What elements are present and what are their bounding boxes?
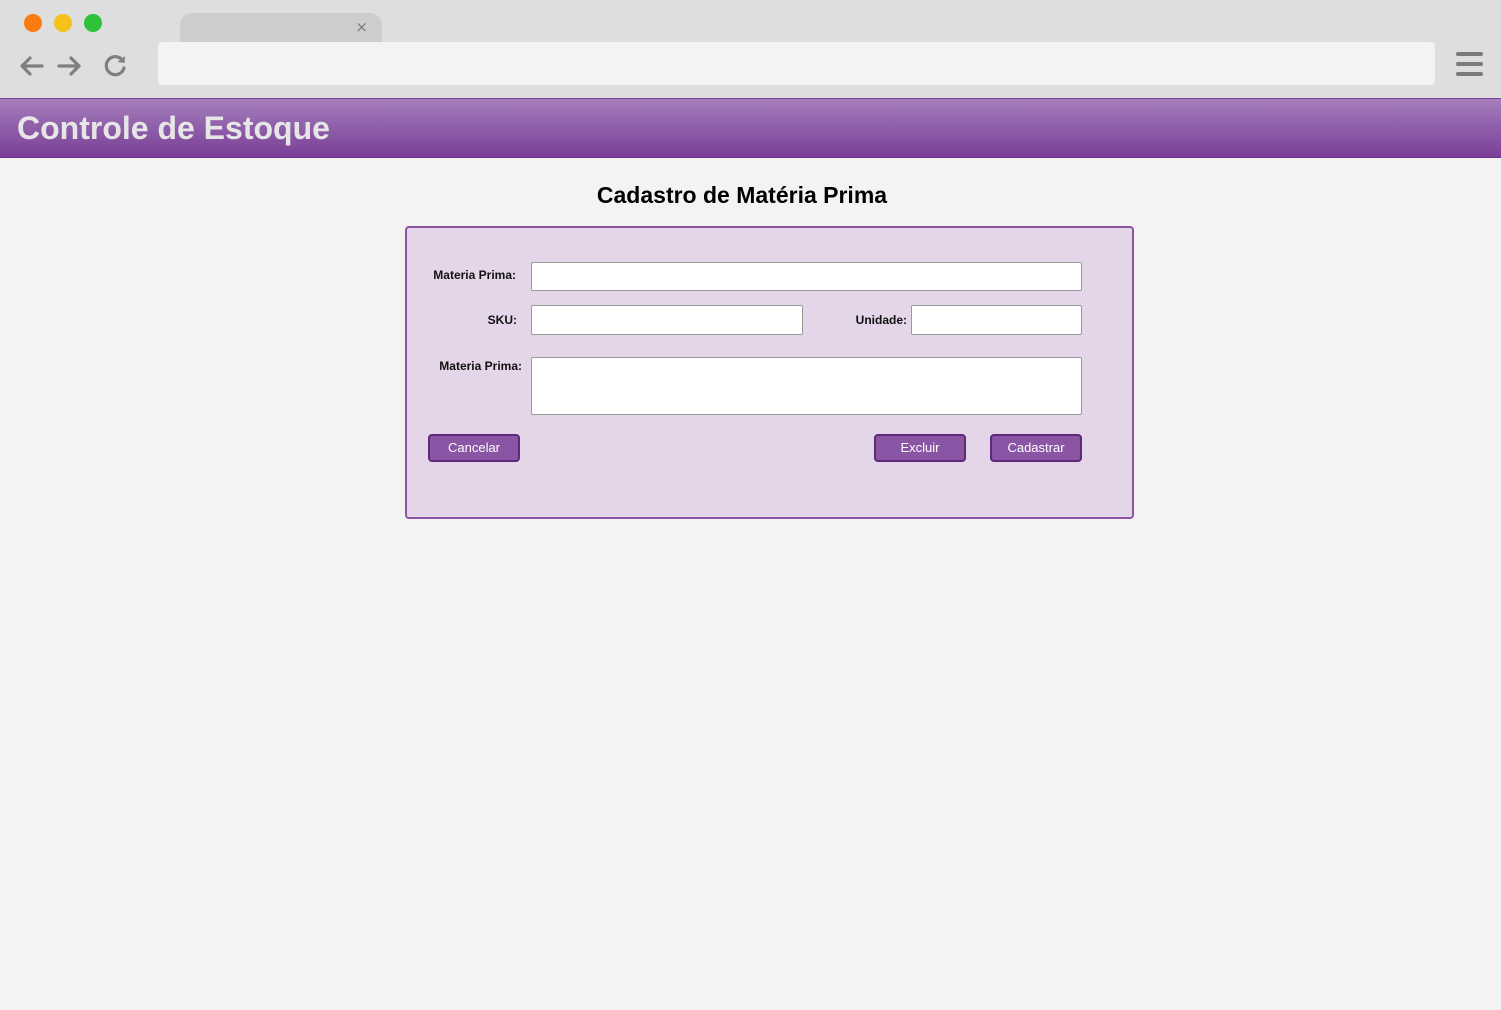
- sku-input[interactable]: [531, 305, 803, 335]
- app-title: Controle de Estoque: [17, 110, 330, 146]
- reload-button[interactable]: [101, 52, 129, 80]
- forward-button[interactable]: [56, 52, 84, 80]
- unidade-label: Unidade:: [855, 313, 907, 327]
- submit-button[interactable]: Cadastrar: [990, 434, 1082, 462]
- descricao-textarea[interactable]: [531, 357, 1082, 415]
- browser-tab[interactable]: ×: [180, 13, 382, 42]
- tab-close-icon[interactable]: ×: [355, 18, 368, 36]
- app-header: Controle de Estoque: [0, 98, 1501, 158]
- unidade-input[interactable]: [911, 305, 1082, 335]
- delete-button[interactable]: Excluir: [874, 434, 966, 462]
- cancel-button[interactable]: Cancelar: [428, 434, 520, 462]
- materia-prima-input[interactable]: [531, 262, 1082, 291]
- browser-menu-icon[interactable]: [1455, 49, 1485, 79]
- materia-prima-form: Materia Prima: SKU: Unidade: Materia Pri…: [405, 226, 1134, 519]
- arrow-right-icon: [57, 56, 81, 76]
- sku-label: SKU:: [487, 313, 517, 327]
- back-button[interactable]: [17, 52, 45, 80]
- arrow-left-icon: [20, 56, 44, 76]
- window-maximize-button[interactable]: [84, 14, 102, 32]
- materia-prima-label: Materia Prima:: [433, 268, 516, 282]
- window-minimize-button[interactable]: [54, 14, 72, 32]
- page-title: Cadastro de Matéria Prima: [596, 182, 888, 208]
- browser-chrome: ×: [0, 0, 1501, 98]
- descricao-label: Materia Prima:: [439, 359, 522, 373]
- window-close-button[interactable]: [24, 14, 42, 32]
- address-bar[interactable]: [158, 42, 1435, 85]
- reload-icon: [104, 55, 126, 77]
